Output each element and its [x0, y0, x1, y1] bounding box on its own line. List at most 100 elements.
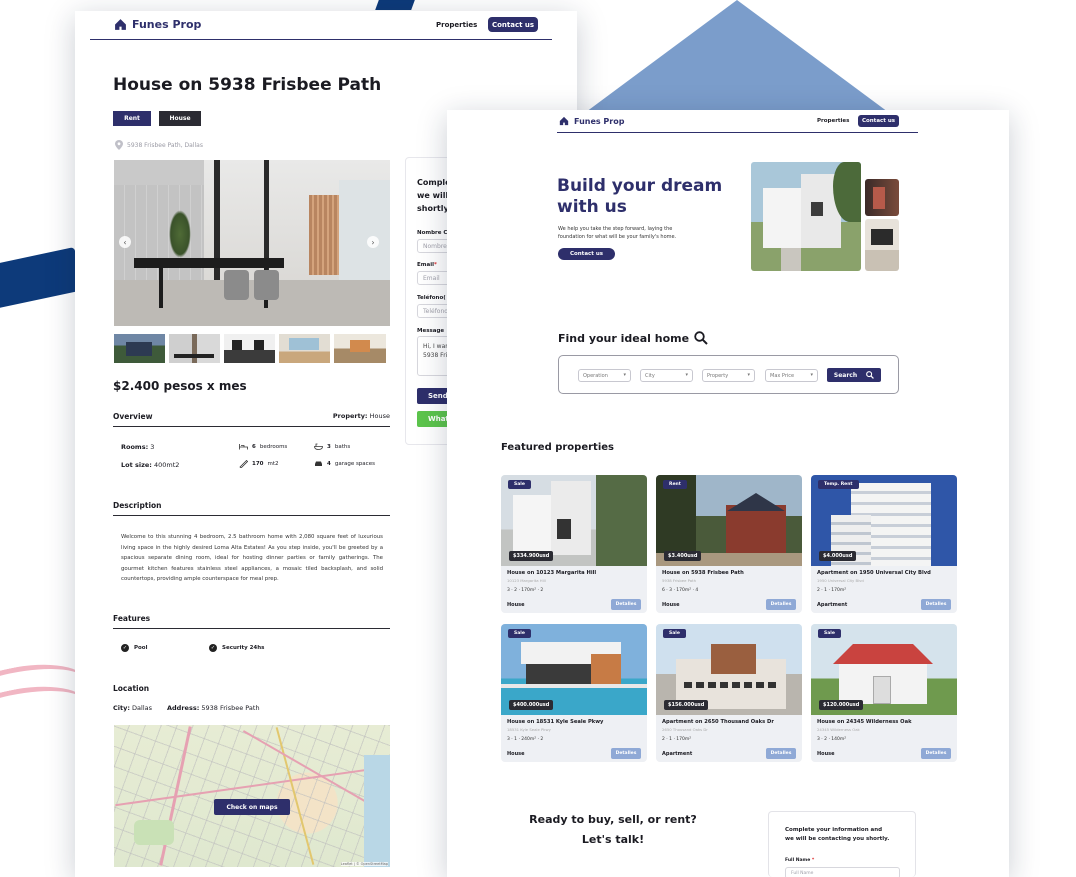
logo[interactable]: Funes Prop	[114, 18, 201, 31]
nav-properties-link[interactable]: Properties	[436, 21, 477, 29]
divider	[113, 515, 390, 516]
feature-label: Pool	[134, 645, 148, 651]
card-price: $4.000usd	[819, 551, 857, 561]
contact-us-button[interactable]: Contact us	[488, 17, 538, 32]
card-features: 3 · 1 · 240m² · 2	[507, 737, 544, 742]
chevron-right-icon[interactable]: ›	[367, 236, 379, 248]
card-features: 2 · 1 · 170m²	[817, 588, 847, 593]
name-label: Nombre C	[417, 230, 448, 236]
overview-heading: Overview	[113, 412, 153, 421]
features-heading: Features	[113, 614, 151, 623]
description-text: Welcome to this stunning 4 bedroom, 2.5 …	[121, 534, 383, 582]
stat-value: 3	[327, 443, 331, 450]
property-card[interactable]: Sale $400.000usd House on 18531 Kyle Sea…	[501, 624, 647, 762]
card-type: House	[662, 602, 680, 608]
card-title: House on 5938 Frisbee Path	[662, 570, 744, 576]
gallery-thumbnail[interactable]	[334, 334, 386, 363]
map-credit: Leaflet | © OpenStreetMap	[340, 862, 388, 866]
hero-main-image	[751, 162, 861, 271]
decorative-stripe-left	[0, 247, 84, 313]
card-price: $334.900usd	[509, 551, 554, 561]
property-card[interactable]: Sale $120.000usd House on 24345 Wilderne…	[811, 624, 957, 762]
card-type: Apartment	[662, 751, 693, 757]
hero-title-line: with us	[557, 197, 627, 217]
full-name-input[interactable]: Full Name	[785, 867, 900, 877]
property-type: Property: House	[333, 412, 390, 420]
details-button[interactable]: Detalles	[766, 748, 796, 759]
price: $2.400 pesos x mes	[113, 379, 247, 393]
card-title: House on 24345 Wilderness Oak	[817, 719, 912, 725]
hero-text: We help you take the step forward, layin…	[558, 225, 676, 241]
rooms-info: Rooms: 3	[121, 443, 154, 451]
gallery-thumbnail[interactable]	[114, 334, 165, 363]
property-label: Property:	[332, 412, 368, 420]
details-button[interactable]: Detalles	[611, 748, 641, 759]
property-card[interactable]: Temp. Rent $4.000usd Apartment on 1950 U…	[811, 475, 957, 613]
select-label: Property	[707, 372, 729, 379]
property-card[interactable]: Rent $3.400usd House on 5938 Frisbee Pat…	[656, 475, 802, 613]
details-button[interactable]: Detalles	[921, 748, 951, 759]
operation-select[interactable]: Operation ▾	[578, 369, 631, 382]
location-pin-icon	[115, 140, 123, 150]
card-title: House on 18531 Kyle Seale Pkwy	[507, 719, 604, 725]
property-card[interactable]: Sale $334.900usd House on 10123 Margarit…	[501, 475, 647, 613]
home-form-heading-line: Complete your information and	[785, 827, 883, 833]
max-price-select[interactable]: Max Price ▾	[765, 369, 818, 382]
logo[interactable]: Funes Prop	[559, 116, 624, 126]
brand-name: Funes Prop	[574, 116, 625, 126]
card-title: Apartment on 2650 Thousand Oaks Dr	[662, 719, 774, 725]
gallery-thumbnail[interactable]	[279, 334, 330, 363]
form-heading-line: we will	[417, 191, 449, 200]
card-badge: Sale	[508, 480, 531, 489]
description-heading: Description	[113, 501, 162, 510]
property-select[interactable]: Property ▾	[702, 369, 755, 382]
card-price: $156.000usd	[664, 700, 709, 710]
rooms-value: 3	[150, 443, 155, 451]
card-type: House	[507, 602, 525, 608]
hero-contact-button[interactable]: Contact us	[558, 248, 615, 260]
search-heading-text: Find your ideal home	[558, 331, 690, 345]
details-button[interactable]: Detalles	[921, 599, 951, 610]
chevron-down-icon: ▾	[623, 372, 626, 378]
card-title: House on 10123 Margarita Hill	[507, 570, 597, 576]
bath-icon	[314, 443, 323, 450]
gallery-thumbnail[interactable]	[224, 334, 275, 363]
lot-size-info: Lot size: 400mt2	[121, 461, 179, 469]
gallery-thumbnail[interactable]	[169, 334, 220, 363]
select-label: Operation	[583, 372, 608, 379]
search-button[interactable]: Search	[827, 368, 881, 382]
hero-title: Build your dream with us	[557, 176, 722, 218]
card-badge: Sale	[818, 629, 841, 638]
select-label: City	[645, 372, 655, 379]
check-icon: ✓	[209, 644, 217, 652]
home-icon	[115, 19, 126, 30]
ruler-icon	[239, 460, 248, 468]
feature-label: Security 24hs	[222, 645, 265, 651]
city-label: City:	[113, 704, 130, 712]
chevron-down-icon: ▾	[747, 372, 750, 378]
card-address: 24345 Wilderness Oak	[817, 727, 860, 732]
city-select[interactable]: City ▾	[640, 369, 693, 382]
cta-heading: Ready to buy, sell, or rent? Let's talk!	[513, 810, 713, 850]
select-label: Max Price	[770, 372, 795, 379]
lot-label: Lot size:	[121, 461, 152, 469]
feature-item: ✓ Pool	[121, 644, 147, 652]
bed-icon	[239, 444, 248, 450]
form-heading: Comple we will shortly	[417, 176, 451, 215]
contact-us-button[interactable]: Contact us	[858, 115, 899, 127]
nav-properties-link[interactable]: Properties	[817, 118, 849, 124]
car-icon	[315, 461, 322, 466]
address-label: Address:	[167, 704, 200, 712]
gallery-main-image[interactable]: ‹ ›	[114, 160, 390, 326]
check-on-maps-button[interactable]: Check on maps	[214, 799, 290, 815]
card-badge: Sale	[508, 629, 531, 638]
details-button[interactable]: Detalles	[766, 599, 796, 610]
details-button[interactable]: Detalles	[611, 599, 641, 610]
decorative-stripe-top	[375, 0, 415, 10]
home-page: Funes Prop Properties Contact us Build y…	[447, 110, 1009, 877]
location-map[interactable]: Check on maps Leaflet | © OpenStreetMap	[114, 725, 390, 867]
search-bar: Operation ▾ City ▾ Property ▾ Max Price ▾ Se…	[558, 355, 899, 394]
chevron-left-icon[interactable]: ‹	[119, 236, 131, 248]
property-card[interactable]: Sale $156.000usd Apartment on 2650 Thous…	[656, 624, 802, 762]
nav-divider	[557, 132, 918, 133]
